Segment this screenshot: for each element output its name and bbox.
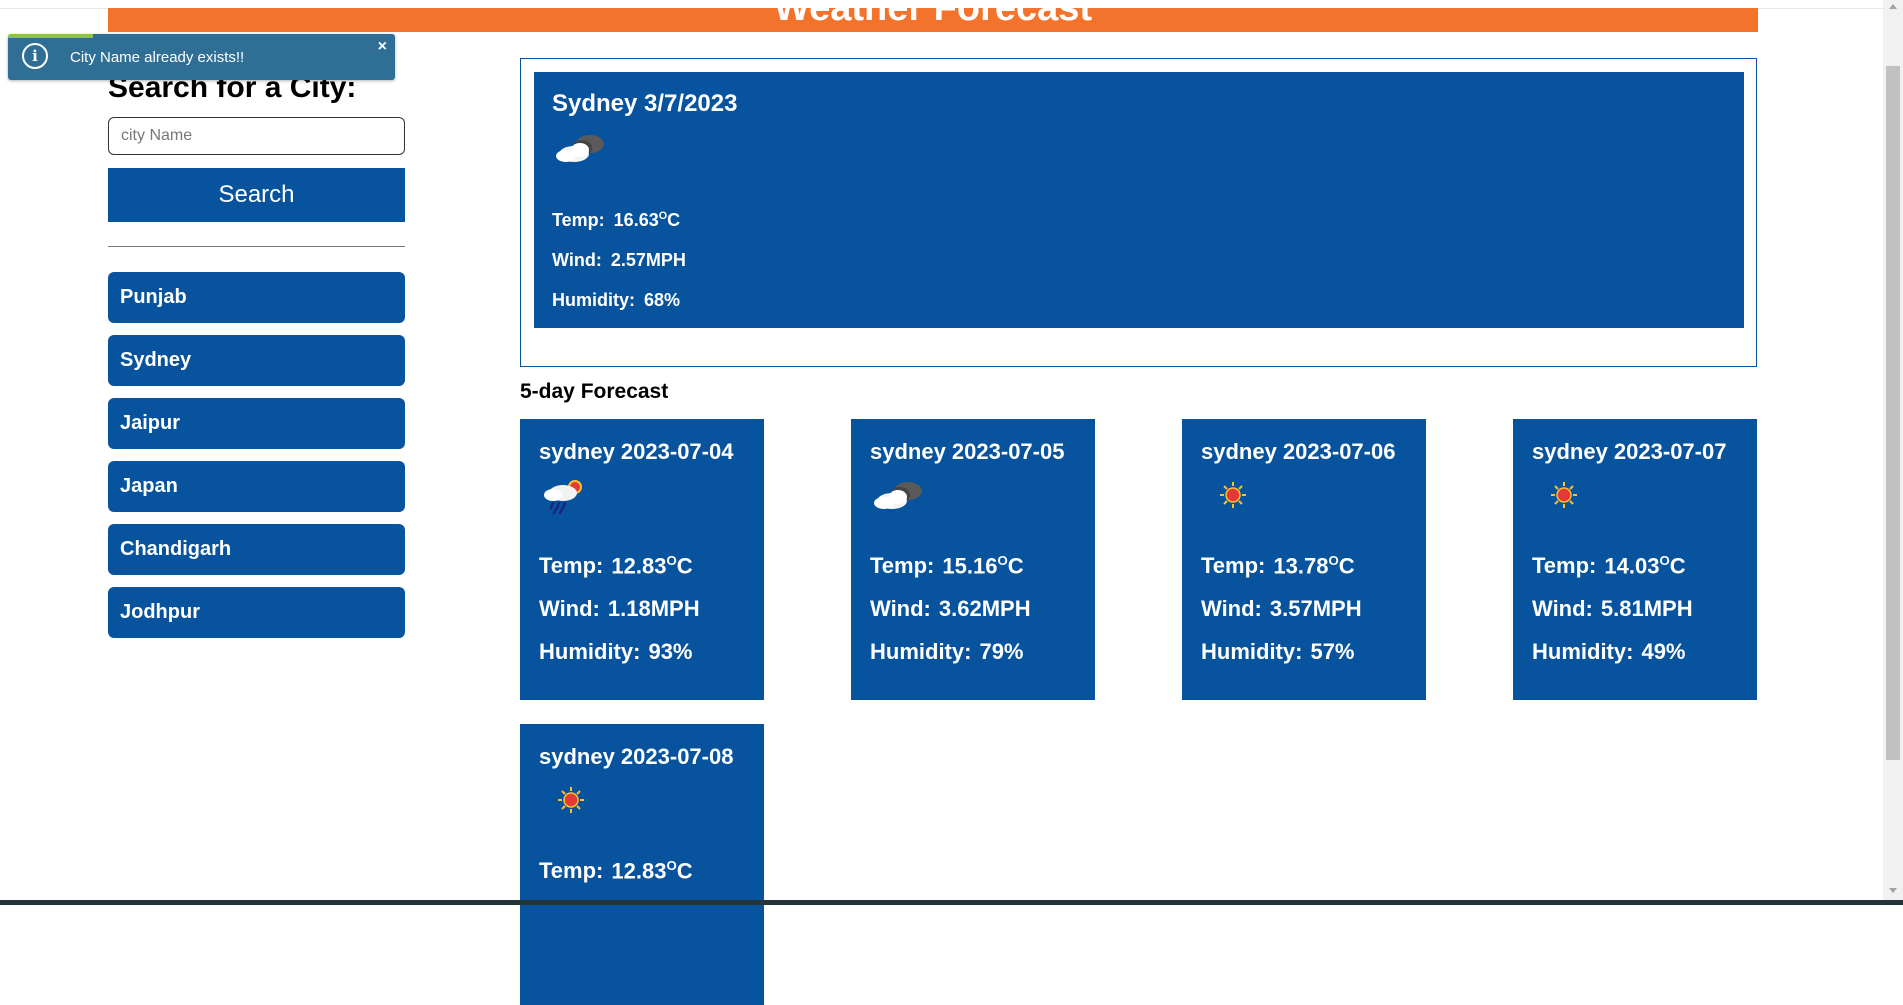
current-weather-panel: Sydney 3/7/2023 Temp: 16.63OC Wind: 2.57MP… [520, 58, 1757, 367]
sun-icon [1201, 475, 1253, 520]
forecast-city-date: sydney 2023-07-05 [870, 439, 1065, 464]
forecast-humidity: Humidity: 57% [1201, 639, 1355, 664]
scrollbar-thumb[interactable] [1886, 66, 1900, 760]
forecast-city-date: sydney 2023-07-08 [539, 744, 734, 769]
page-scrollbar[interactable] [1883, 0, 1903, 905]
scroll-up-arrow-icon[interactable] [1889, 4, 1897, 9]
forecast-card: sydney 2023-07-08 Temp: 12.83OC [520, 724, 764, 1005]
page-header: Weather Forecast [108, 8, 1758, 32]
page-title: Weather Forecast [773, 8, 1093, 29]
toast-message: City Name already exists!! [70, 49, 245, 66]
city-button-sydney[interactable]: Sydney [108, 335, 405, 386]
forecast-card: sydney 2023-07-05 Temp: 15.16OC Wind: 3.62… [851, 419, 1095, 700]
current-temp: Temp: 16.63OC [552, 210, 681, 230]
city-button-chandigarh[interactable]: Chandigarh [108, 524, 405, 575]
rain-sun-icon [539, 475, 591, 520]
city-button-japan[interactable]: Japan [108, 461, 405, 512]
forecast-card: sydney 2023-07-04 Temp: 12.83OC Wind: 1.18… [520, 419, 764, 700]
forecast-wind: Wind: 3.57MPH [1201, 596, 1362, 621]
forecast-wind: Wind: 1.18MPH [539, 596, 700, 621]
forecast-temp: Temp: 12.83OC [539, 553, 693, 579]
current-weather-card: Sydney 3/7/2023 Temp: 16.63OC Wind: 2.57MP… [534, 72, 1744, 328]
cloudy-icon [870, 475, 928, 520]
forecast-heading: 5-day Forecast [520, 380, 669, 403]
city-button-punjab[interactable]: Punjab [108, 272, 405, 323]
info-icon: i [22, 43, 48, 69]
forecast-temp: Temp: 12.83OC [539, 858, 693, 884]
forecast-temp: Temp: 13.78OC [1201, 553, 1355, 579]
city-button-jaipur[interactable]: Jaipur [108, 398, 405, 449]
close-icon[interactable]: × [378, 38, 387, 56]
forecast-humidity: Humidity: 79% [870, 639, 1024, 664]
forecast-wind: Wind: 5.81MPH [1532, 596, 1693, 621]
sidebar-divider [108, 246, 405, 247]
scroll-down-arrow-icon[interactable] [1889, 888, 1897, 893]
city-button-jodhpur[interactable]: Jodhpur [108, 587, 405, 638]
forecast-city-date: sydney 2023-07-07 [1532, 439, 1727, 464]
toast-notification: i City Name already exists!! × [8, 34, 395, 80]
forecast-wind: Wind: 3.62MPH [870, 596, 1031, 621]
cloudy-icon [552, 128, 610, 173]
forecast-city-date: sydney 2023-07-04 [539, 439, 734, 464]
search-button[interactable]: Search [108, 168, 405, 222]
forecast-humidity: Humidity: 93% [539, 639, 693, 664]
current-wind: Wind: 2.57MPH [552, 250, 686, 270]
forecast-temp: Temp: 14.03OC [1532, 553, 1686, 579]
bottom-edge [0, 900, 1903, 905]
toast-progress-bar [8, 34, 93, 38]
sun-icon [539, 780, 591, 825]
forecast-humidity: Humidity: 49% [1532, 639, 1686, 664]
current-humidity: Humidity: 68% [552, 290, 681, 310]
sun-icon [1532, 475, 1584, 520]
forecast-card: sydney 2023-07-06 Temp: 13.78OC Wind: 3.57… [1182, 419, 1426, 700]
current-city-date: Sydney 3/7/2023 [552, 90, 738, 117]
city-search-input[interactable] [108, 117, 405, 155]
city-history-list: Punjab Sydney Jaipur Japan Chandigarh Jo… [108, 272, 405, 650]
forecast-card: sydney 2023-07-07 Temp: 14.03OC Wind: 5.81… [1513, 419, 1757, 700]
forecast-temp: Temp: 15.16OC [870, 553, 1024, 579]
forecast-city-date: sydney 2023-07-06 [1201, 439, 1396, 464]
